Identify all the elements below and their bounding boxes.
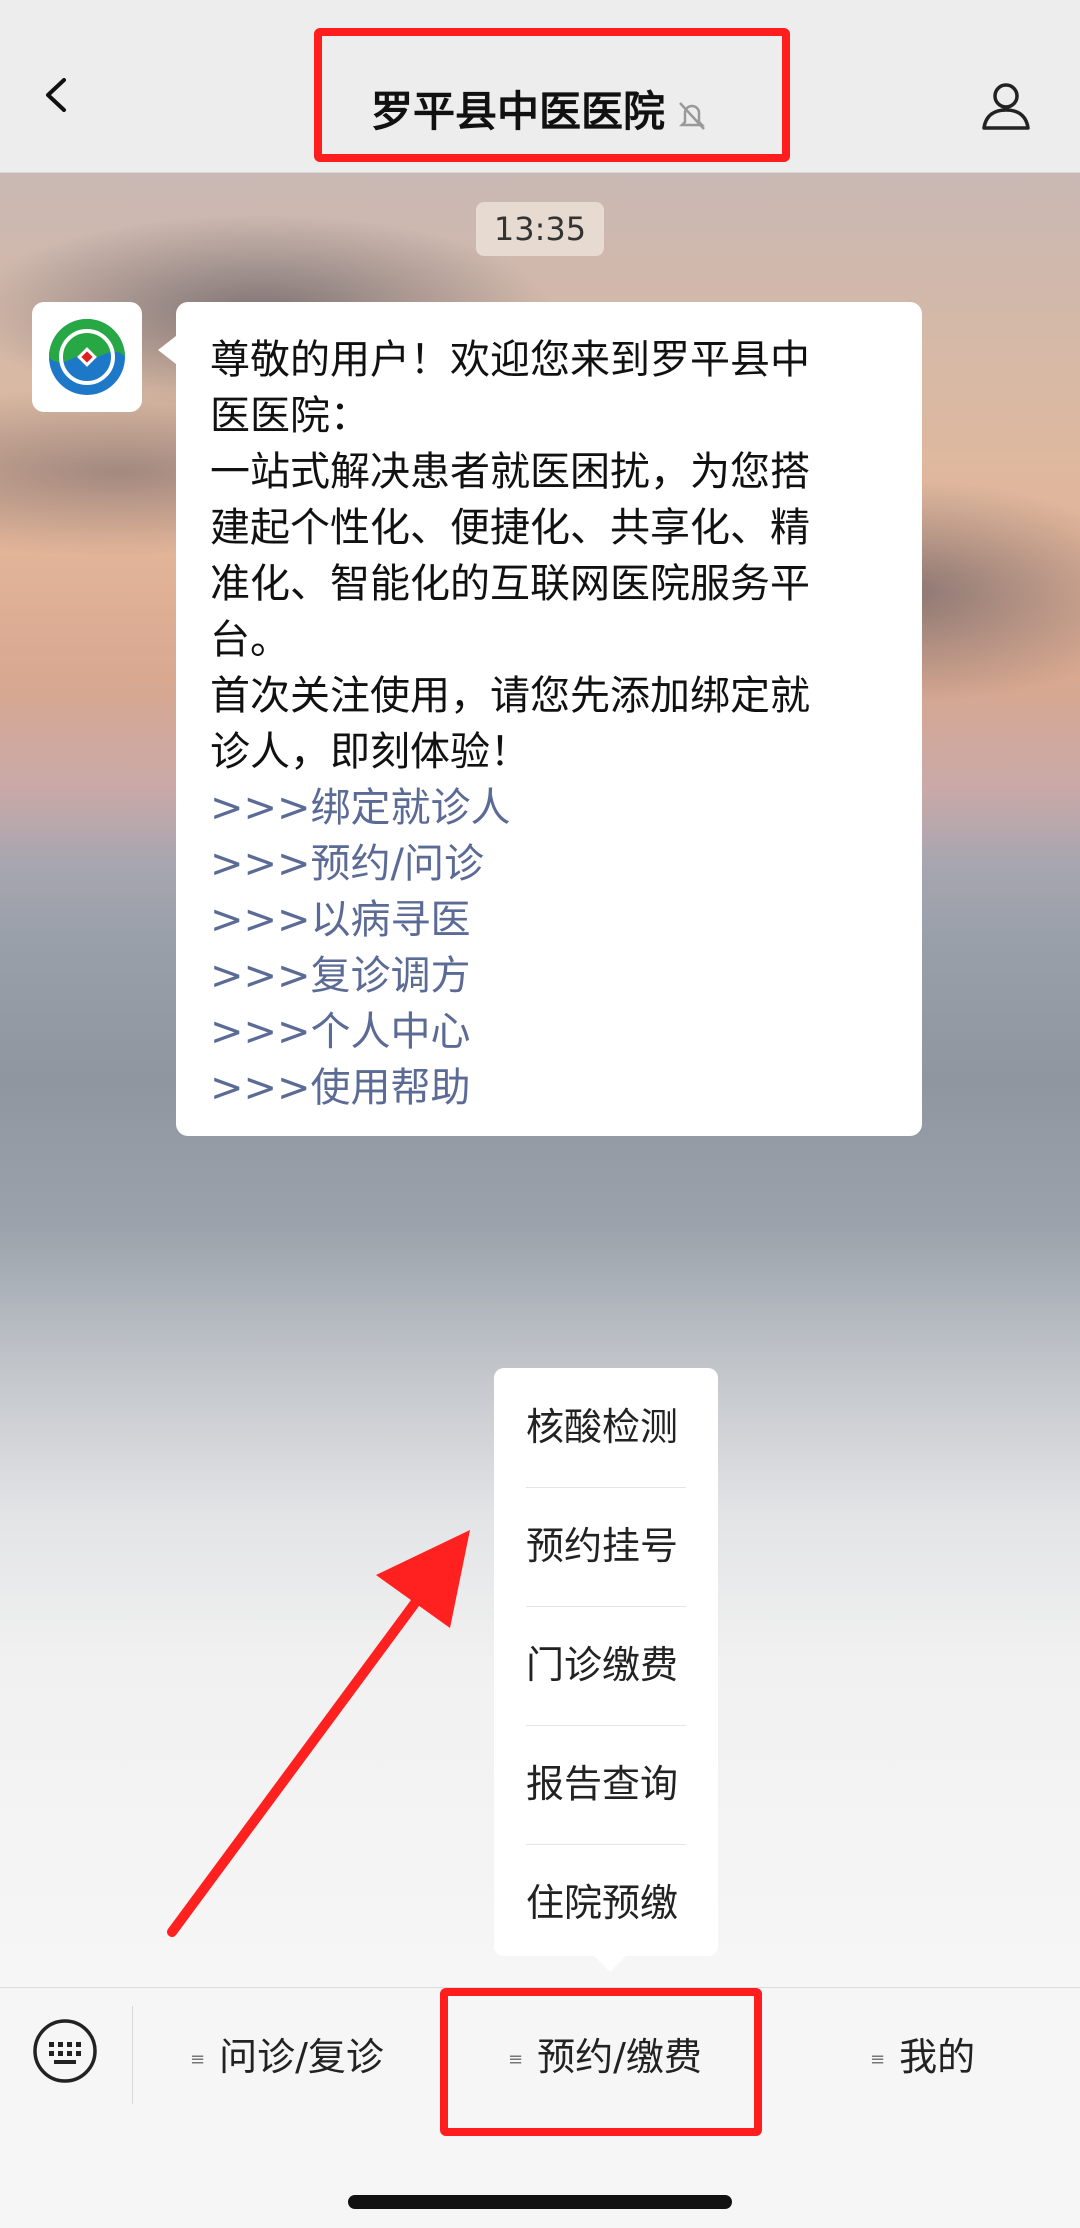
link-find-doctor-by-disease[interactable]: >>>以病寻医 [210, 892, 888, 948]
message-line: 台。 [210, 617, 290, 663]
message-bubble: 尊敬的用户！欢迎您来到罗平县中 医医院： 一站式解决患者就医困扰，为您搭 建起个… [158, 302, 922, 1136]
submenu-popup: 核酸检测 预约挂号 门诊缴费 报告查询 住院预缴 [494, 1368, 718, 1972]
link-followup-prescription[interactable]: >>>复诊调方 [210, 948, 888, 1004]
message-line: 准化、智能化的互联网医院服务平 [210, 561, 810, 607]
menu-lines-icon: ≡ [870, 2048, 886, 2070]
menu-item-report-query[interactable]: 报告查询 [526, 1725, 686, 1844]
hospital-avatar[interactable] [32, 302, 142, 412]
title-highlight-box [314, 28, 790, 162]
message-line: 首次关注使用，请您先添加绑定就 [210, 673, 810, 719]
menu-item-register-appointment[interactable]: 预约挂号 [526, 1487, 686, 1606]
link-appointment-consult[interactable]: >>>预约/问诊 [210, 836, 888, 892]
menu-item-outpatient-payment[interactable]: 门诊缴费 [526, 1606, 686, 1725]
message-timestamp: 13:35 [476, 202, 604, 256]
message-line: 尊敬的用户！欢迎您来到罗平县中 [210, 337, 810, 383]
tab-consult-followup[interactable]: ≡ 问诊/复诊 [190, 2024, 384, 2090]
menu-item-inpatient-prepay[interactable]: 住院预缴 [526, 1844, 686, 1963]
message-line: 医医院： [210, 393, 370, 439]
tab-label: 我的 [899, 2035, 976, 2079]
bottom-divider [132, 2006, 133, 2104]
link-bind-patient[interactable]: >>>绑定就诊人 [210, 780, 888, 836]
menu-lines-icon: ≡ [190, 2048, 206, 2070]
link-help[interactable]: >>>使用帮助 [210, 1060, 888, 1116]
keyboard-icon[interactable] [32, 2018, 98, 2084]
user-icon[interactable] [978, 78, 1034, 134]
hospital-logo-icon [49, 319, 125, 395]
message-line: 诊人，即刻体验！ [210, 729, 530, 775]
menu-item-nucleic-acid-test[interactable]: 核酸检测 [526, 1368, 686, 1487]
link-personal-center[interactable]: >>>个人中心 [210, 1004, 888, 1060]
home-indicator [348, 2195, 732, 2209]
tab-mine[interactable]: ≡ 我的 [870, 2024, 975, 2090]
message-line: 建起个性化、便捷化、共享化、精 [210, 505, 810, 551]
tab-label: 问诊/复诊 [219, 2035, 384, 2079]
message-line: 一站式解决患者就医困扰，为您搭 [210, 449, 810, 495]
tab-highlight-box [440, 1988, 762, 2136]
